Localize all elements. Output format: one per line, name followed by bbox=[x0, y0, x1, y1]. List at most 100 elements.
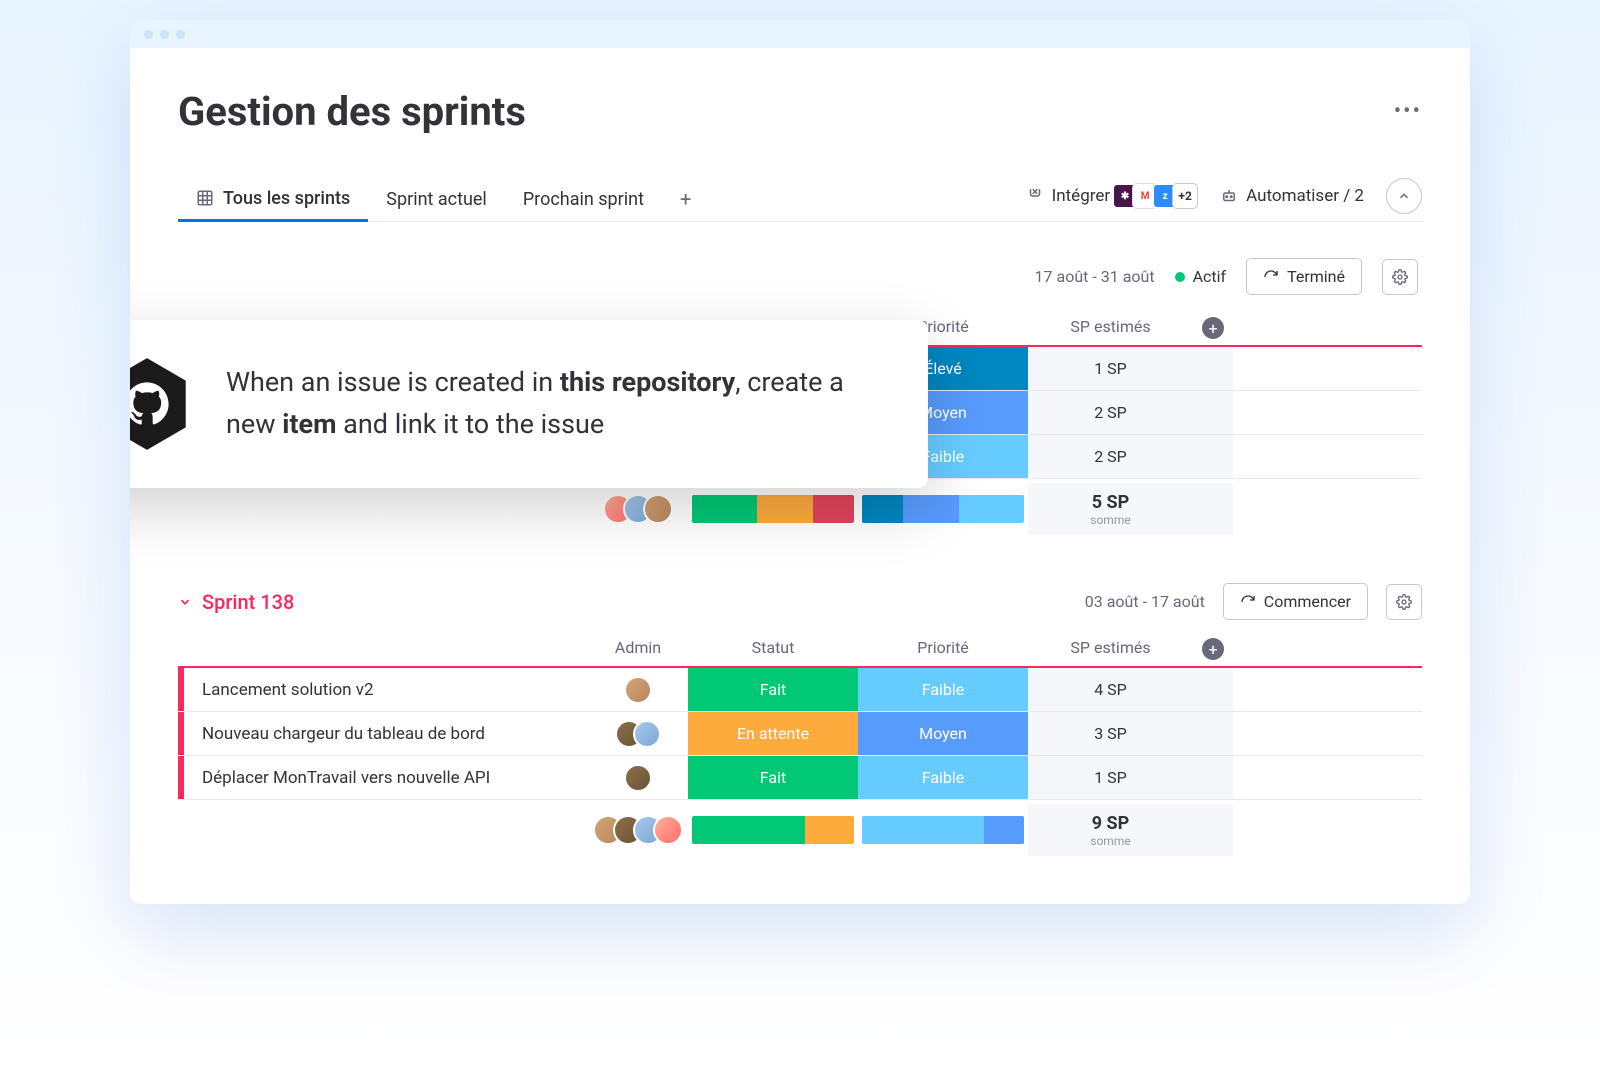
priority-cell[interactable]: Faible bbox=[858, 756, 1028, 799]
col-status: Statut bbox=[688, 638, 858, 660]
status-indicator: Actif bbox=[1175, 267, 1227, 286]
sprint-settings-button[interactable] bbox=[1386, 584, 1422, 620]
summary-row: 5 SP somme bbox=[178, 483, 1422, 535]
sp-cell[interactable]: 4 SP bbox=[1028, 668, 1193, 711]
collapse-button[interactable] bbox=[1386, 178, 1422, 214]
sp-cell[interactable]: 1 SP bbox=[1028, 347, 1193, 390]
status-summary-bar bbox=[688, 495, 858, 523]
robot-icon bbox=[1220, 187, 1238, 205]
integrate-label: Intégrer bbox=[1052, 186, 1111, 206]
col-admin: Admin bbox=[588, 638, 688, 660]
more-apps-badge[interactable]: +2 bbox=[1172, 183, 1198, 209]
refresh-icon bbox=[1263, 269, 1279, 285]
col-priority: Priorité bbox=[858, 638, 1028, 660]
tab-label: Tous les sprints bbox=[223, 188, 350, 209]
admin-cell[interactable] bbox=[588, 712, 688, 755]
admin-cell[interactable] bbox=[588, 756, 688, 799]
status-cell[interactable]: En attente bbox=[688, 712, 858, 755]
avatar bbox=[643, 494, 673, 524]
window-dot bbox=[144, 30, 153, 39]
gear-icon bbox=[1392, 269, 1408, 285]
finish-button[interactable]: Terminé bbox=[1246, 258, 1362, 295]
tab-label: Prochain sprint bbox=[523, 189, 644, 210]
add-tab-button[interactable]: + bbox=[662, 177, 709, 221]
toolbar-right: Intégrer ✱ M z +2 Automatiser / 2 bbox=[1026, 178, 1422, 220]
priority-cell[interactable]: Faible bbox=[858, 668, 1028, 711]
integrate-icon bbox=[1026, 187, 1044, 205]
tab-current-sprint[interactable]: Sprint actuel bbox=[368, 179, 505, 220]
table-header: Admin Statut Priorité SP estimés + bbox=[178, 638, 1422, 668]
callout-text: When an issue is created in this reposit… bbox=[226, 362, 884, 446]
summary-avatars bbox=[588, 494, 688, 524]
table-row[interactable]: Déplacer MonTravail vers nouvelle API Fa… bbox=[178, 756, 1422, 800]
admin-cell[interactable] bbox=[588, 668, 688, 711]
task-name[interactable]: Déplacer MonTravail vers nouvelle API bbox=[184, 768, 588, 788]
app-content: Gestion des sprints ••• Tous les sprints… bbox=[130, 48, 1470, 904]
finish-label: Terminé bbox=[1287, 267, 1345, 286]
browser-window: Gestion des sprints ••• Tous les sprints… bbox=[130, 20, 1470, 904]
row-handle bbox=[1193, 347, 1233, 390]
title-bar: Gestion des sprints ••• bbox=[178, 88, 1422, 135]
row-handle bbox=[1193, 756, 1233, 799]
sp-summary: 5 SP somme bbox=[1028, 483, 1193, 535]
table-row[interactable]: Nouveau chargeur du tableau de bord En a… bbox=[178, 712, 1422, 756]
status-summary-bar bbox=[688, 816, 858, 844]
play-icon bbox=[1240, 594, 1256, 610]
window-dot bbox=[176, 30, 185, 39]
sp-cell[interactable]: 1 SP bbox=[1028, 756, 1193, 799]
chevron-down-icon bbox=[178, 595, 192, 609]
sprint-actions: 17 août - 31 août Actif Terminé bbox=[178, 258, 1422, 295]
automate-button[interactable]: Automatiser / 2 bbox=[1220, 186, 1364, 206]
date-range: 17 août - 31 août bbox=[1035, 267, 1155, 286]
sprint-header: Sprint 138 03 août - 17 août Commencer bbox=[178, 583, 1422, 620]
priority-summary-bar bbox=[858, 816, 1028, 844]
start-label: Commencer bbox=[1264, 592, 1351, 611]
sprint-settings-button[interactable] bbox=[1382, 259, 1418, 295]
table-icon bbox=[196, 189, 214, 207]
sp-cell[interactable]: 3 SP bbox=[1028, 712, 1193, 755]
sp-summary: 9 SP somme bbox=[1028, 804, 1193, 856]
sprint-toggle[interactable]: Sprint 138 bbox=[178, 590, 294, 614]
window-chrome bbox=[130, 20, 1470, 48]
row-handle bbox=[1193, 435, 1233, 478]
more-menu-icon[interactable]: ••• bbox=[1394, 99, 1422, 124]
row-handle bbox=[1193, 712, 1233, 755]
avatar bbox=[633, 720, 661, 748]
task-name[interactable]: Nouveau chargeur du tableau de bord bbox=[184, 724, 588, 744]
priority-summary-bar bbox=[858, 495, 1028, 523]
avatar bbox=[624, 764, 652, 792]
priority-cell[interactable]: Moyen bbox=[858, 712, 1028, 755]
window-dot bbox=[160, 30, 169, 39]
tab-bar: Tous les sprints Sprint actuel Prochain … bbox=[178, 177, 1422, 222]
tab-next-sprint[interactable]: Prochain sprint bbox=[505, 179, 662, 220]
row-handle bbox=[1193, 668, 1233, 711]
status-dot-icon bbox=[1175, 272, 1185, 282]
sp-cell[interactable]: 2 SP bbox=[1028, 435, 1193, 478]
table-row[interactable]: Lancement solution v2 Fait Faible 4 SP bbox=[178, 668, 1422, 712]
gear-icon bbox=[1396, 594, 1412, 610]
summary-row: 9 SP somme bbox=[178, 804, 1422, 856]
avatar bbox=[653, 815, 683, 845]
summary-avatars bbox=[588, 815, 688, 845]
sp-cell[interactable]: 2 SP bbox=[1028, 391, 1193, 434]
col-sp: SP estimés bbox=[1028, 638, 1193, 660]
integrate-button[interactable]: Intégrer ✱ M z +2 bbox=[1026, 183, 1199, 209]
github-icon bbox=[130, 356, 192, 452]
tab-label: Sprint actuel bbox=[386, 189, 487, 210]
automation-callout: When an issue is created in this reposit… bbox=[130, 320, 928, 488]
row-handle bbox=[1193, 391, 1233, 434]
avatar bbox=[624, 676, 652, 704]
automate-label: Automatiser / 2 bbox=[1246, 186, 1364, 206]
page-title: Gestion des sprints bbox=[178, 88, 526, 135]
tab-all-sprints[interactable]: Tous les sprints bbox=[178, 178, 368, 222]
start-button[interactable]: Commencer bbox=[1223, 583, 1368, 620]
status-label: Actif bbox=[1193, 267, 1227, 286]
app-badges: ✱ M z +2 bbox=[1118, 183, 1198, 209]
status-cell[interactable]: Fait bbox=[688, 756, 858, 799]
add-column-button[interactable]: + bbox=[1193, 638, 1233, 660]
date-range: 03 août - 17 août bbox=[1085, 592, 1205, 611]
status-cell[interactable]: Fait bbox=[688, 668, 858, 711]
task-name[interactable]: Lancement solution v2 bbox=[184, 680, 588, 700]
add-column-button[interactable]: + bbox=[1193, 317, 1233, 339]
col-sp: SP estimés bbox=[1028, 317, 1193, 339]
